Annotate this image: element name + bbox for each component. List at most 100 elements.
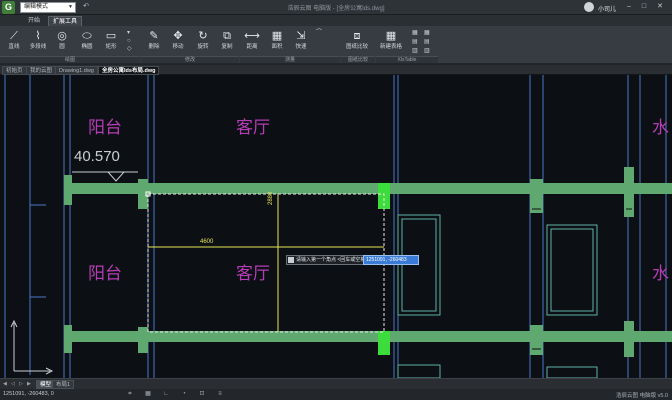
close-icon[interactable]: ✕ [655,2,665,12]
drawing-compare-label: 图纸比较 [345,44,368,50]
rotate-icon: ↻ [198,30,208,42]
first-layout-icon[interactable]: ◀ [3,381,9,387]
polyline-button[interactable]: ⌇ 多段线 [27,29,49,55]
ellipse-label: 椭圆 [81,44,93,50]
move-icon: ✥ [173,30,183,42]
drawing-canvas[interactable]: 阳台 客厅 水 阳台 客厅 水 40.570 4600 2880 请输入第一个角… [0,75,672,378]
ortho-icon[interactable]: ∟ [162,391,170,398]
maximize-icon[interactable]: □ [639,2,649,12]
minimize-icon[interactable]: – [624,2,634,12]
user-name[interactable]: 小司儿 [598,4,616,13]
new-table-button[interactable]: ▦ 新建表格 [377,29,405,55]
rotate-label: 旋转 [197,44,209,50]
polyline-label: 多段线 [29,44,47,50]
room-label-living-bottom: 客厅 [236,264,270,284]
coordinate-input[interactable]: 1251091, -260483 [363,255,419,265]
table-tool-1-icon[interactable]: ▦ [412,30,418,37]
title-bar: G 编辑模式 ▼ ↶ 浩辰云图 电脑版 - [全房公寓Ids.dwg] 小司儿 … [0,0,672,15]
ucs-icon [10,319,54,375]
quick-measure-label: 快速 [295,44,307,50]
delete-button[interactable]: ✎ 删除 [143,29,165,55]
area-icon: ▦ [271,30,283,42]
avatar[interactable] [584,2,594,12]
distance-label: 距离 [246,44,258,50]
group-xlstable: XlsTable [376,56,438,63]
layout-tabs-bar: ◀ ◁ ▷ ▶ 模型 布局1 [0,378,672,389]
table-tool-2-icon[interactable]: ▦ [424,30,430,37]
osnap-icon[interactable]: ⊡ [198,391,206,398]
circle-button[interactable]: ◎ 圆 [51,29,73,55]
prev-layout-icon[interactable]: ◁ [11,381,17,387]
drawing-compare-icon: ⧈ [353,30,361,42]
dimension-elevation: 40.570 [74,148,120,165]
next-layout-icon[interactable]: ▷ [19,381,25,387]
small-tool-4[interactable]: ⌒ [316,30,322,37]
prompt-text: 请输入第一个角点 <回车或空格>: [296,257,370,263]
tab-start[interactable]: 开始 [24,16,44,26]
room-label-living-top: 客厅 [236,118,270,138]
dimension-leader [72,171,138,182]
layout-tab-layout1[interactable]: 布局1 [52,380,75,389]
copy-icon: ⧉ [223,30,231,42]
cursor-coordinates: 1251091, -260483, 0 [3,391,54,397]
group-modify: 修改 [141,56,239,63]
doc-tab-home[interactable]: 初始页 [2,66,27,75]
snap-icon[interactable]: ⌗ [126,391,134,398]
area-label: 面积 [271,44,283,50]
circle-label: 圆 [59,44,65,50]
delete-icon: ✎ [149,30,159,42]
line-icon: ⟋ [10,30,18,42]
distance-icon: ⟷ [244,30,260,42]
room-label-balcony-bottom: 阳台 [88,264,122,284]
rectangle-label: 矩形 [105,44,117,50]
quick-measure-button[interactable]: ⇲ 快速 [290,29,312,55]
quick-measure-icon: ⇲ [296,30,306,42]
room-label-right-bottom: 水 [652,264,669,284]
small-tool-1[interactable]: ▾ [127,30,130,37]
table-tool-5-icon[interactable]: ▥ [412,48,418,55]
version-text: 浩辰云图 电脑版 v5.0 [616,393,668,399]
drawing-compare-button[interactable]: ⧈ 图纸比较 [343,29,371,55]
rectangle-button[interactable]: ▭ 矩形 [100,29,122,55]
copy-button[interactable]: ⧉ 复制 [216,29,238,55]
polar-icon[interactable]: ◔ [180,391,188,398]
distance-button[interactable]: ⟷ 距离 [241,29,263,55]
room-label-balcony-top: 阳台 [88,118,122,138]
doc-tab-drawing1[interactable]: Drawing1.dwg [55,66,98,75]
last-layout-icon[interactable]: ▶ [27,381,33,387]
rotate-button[interactable]: ↻ 旋转 [192,29,214,55]
ribbon: ⟋ 直线 ⌇ 多段线 ◎ 圆 ⬭ 椭圆 ▭ 矩形 ▾ ○ ◇ ✎ 删除 ✥ 移动… [0,26,672,64]
doc-tab-cloud[interactable]: 我的云图 [26,66,57,75]
document-tabs: 初始页 我的云图 Drawing1.dwg 全房公寓Ids布局.dwg [0,65,672,75]
table-tool-4-icon[interactable]: ▤ [424,39,430,46]
copy-label: 复制 [221,44,233,50]
table-tool-6-icon[interactable]: ▥ [424,48,430,55]
group-compare: 图纸比较 [341,56,375,63]
ellipse-button[interactable]: ⬭ 椭圆 [76,29,98,55]
dimension-width: 4600 [200,239,214,245]
group-draw: 绘图 [0,56,140,63]
lineweight-icon[interactable]: ≡ [216,391,224,398]
command-prompt: 请输入第一个角点 <回车或空格>: [286,255,373,265]
small-tool-2[interactable]: ○ [127,38,131,45]
delete-label: 删除 [148,44,160,50]
polyline-icon: ⌇ [35,30,41,42]
new-table-label: 新建表格 [379,44,402,50]
area-button[interactable]: ▦ 面积 [266,29,288,55]
move-button[interactable]: ✥ 移动 [167,29,189,55]
table-tool-3-icon[interactable]: ▤ [412,39,418,46]
tab-extension-tools[interactable]: 扩展工具 [48,16,83,26]
group-measure: 测量 [240,56,340,63]
window-title: 浩辰云图 电脑版 - [全房公寓Ids.dwg] [287,6,385,12]
doc-tab-active[interactable]: 全房公寓Ids布局.dwg [98,66,160,75]
menu-bar: 开始 扩展工具 [0,15,672,26]
line-button[interactable]: ⟋ 直线 [3,29,25,55]
door-frames [397,214,598,378]
small-tool-3[interactable]: ◇ [127,46,132,53]
rectangle-icon: ▭ [105,30,117,42]
circle-icon: ◎ [57,30,67,42]
room-label-right-top: 水 [652,118,669,138]
dimension-height: 2880 [268,191,274,205]
grid-icon[interactable]: ▦ [144,391,152,398]
status-bar: 1251091, -260483, 0 ⌗ ▦ ∟ ◔ ⊡ ≡ 浩辰云图 电脑版… [0,389,672,400]
